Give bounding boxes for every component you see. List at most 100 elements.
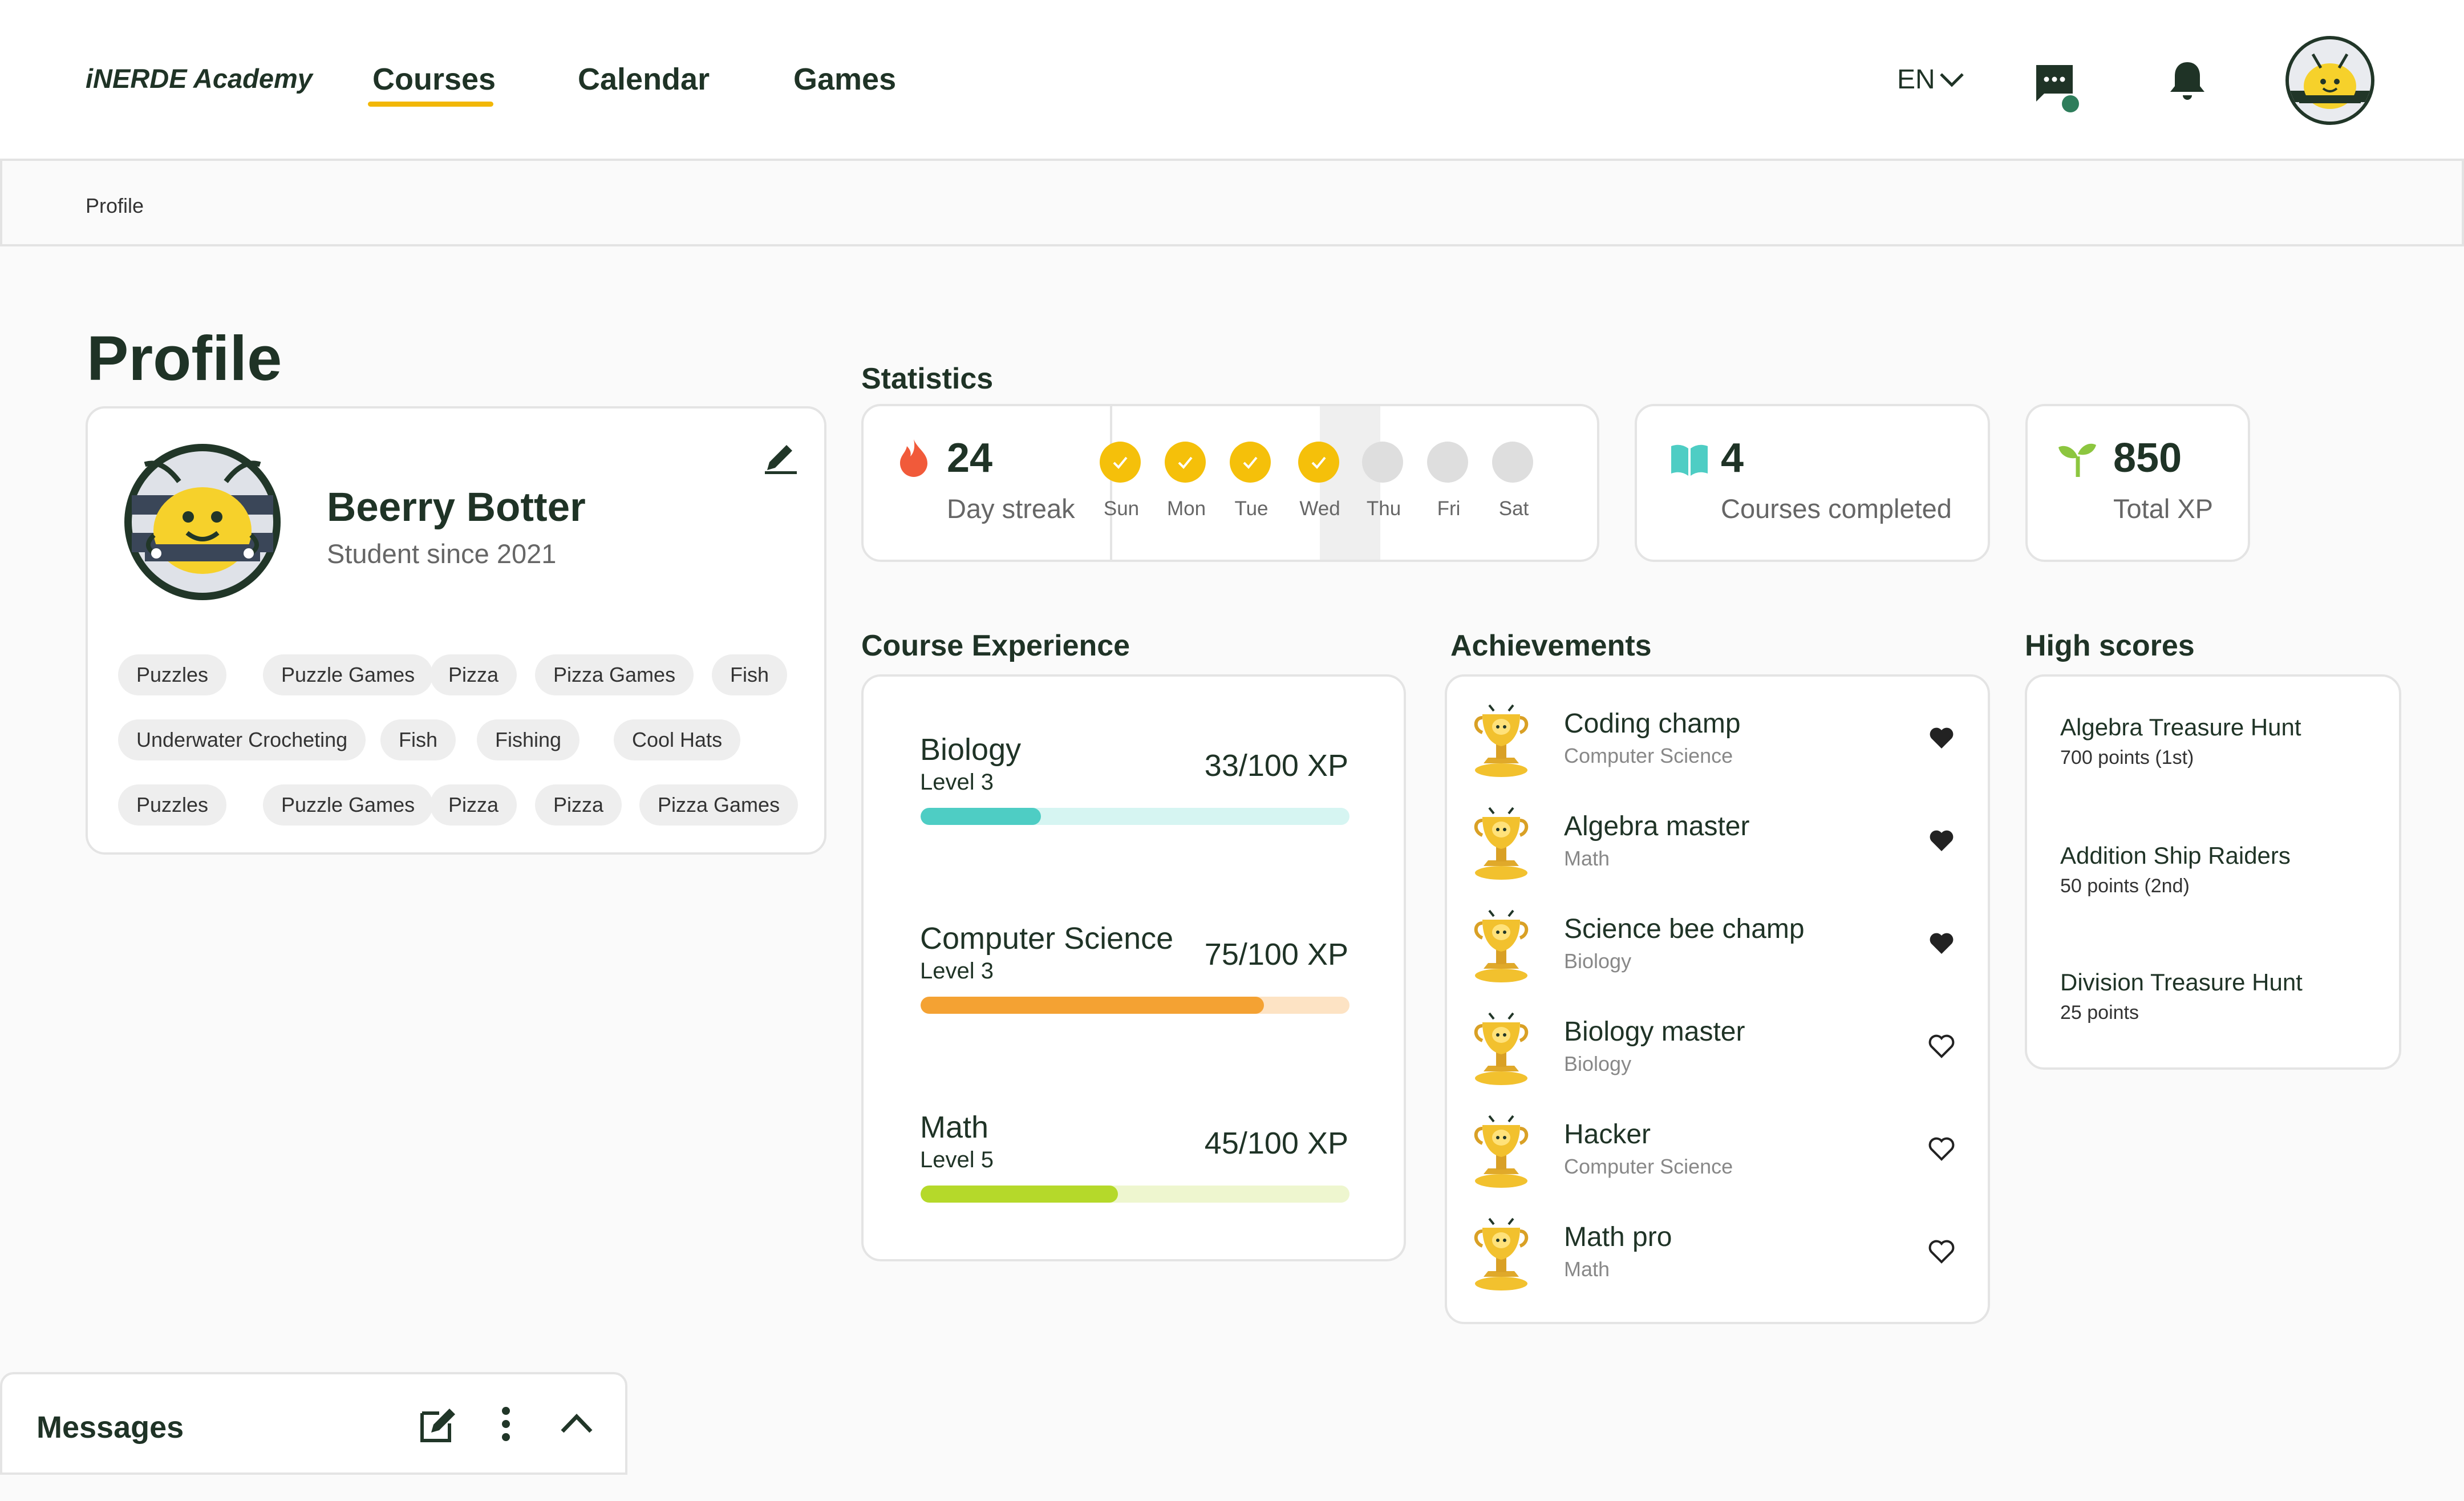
bell-icon <box>2170 62 2204 100</box>
day-label: Fri <box>1437 497 1461 520</box>
course-level: Level 3 <box>920 770 994 795</box>
expand-messages-button[interactable] <box>559 1409 594 1437</box>
day-label: Mon <box>1166 497 1206 520</box>
achievement-subject: Biology <box>1564 949 1632 973</box>
course-name: Biology <box>920 733 1022 767</box>
check-icon <box>1243 456 1258 469</box>
day-indicator <box>1230 442 1271 483</box>
achievement-title: Science bee champ <box>1564 914 1805 944</box>
interest-tag[interactable]: Cool Hats <box>614 719 741 760</box>
profile-avatar <box>124 444 281 600</box>
achievement-subject: Biology <box>1564 1052 1632 1075</box>
day-label: Sat <box>1498 497 1529 520</box>
interest-tag[interactable]: Puzzle Games <box>263 784 433 826</box>
statistics-title: Statistics <box>861 362 994 395</box>
flame-icon <box>900 439 927 477</box>
interest-tag[interactable]: Pizza <box>535 784 622 826</box>
favorite-heart-icon[interactable] <box>1927 929 1956 957</box>
brand-logo[interactable]: iNERDE Academy <box>86 63 313 94</box>
courses-completed-value: 4 <box>1721 435 1744 481</box>
top-nav-bar: iNERDE Academy Courses Calendar Games EN <box>0 0 2464 161</box>
profile-name: Beerry Botter <box>327 485 586 530</box>
high-score-points: 700 points (1st) <box>2060 747 2194 768</box>
day-label: Wed <box>1299 497 1340 520</box>
total-xp-card: 850 Total XP <box>2025 404 2250 562</box>
kebab-menu-icon <box>502 1407 510 1441</box>
high-score-game[interactable]: Addition Ship Raiders <box>2060 842 2291 869</box>
language-selector[interactable]: EN <box>1897 64 1965 95</box>
day-indicator <box>1298 442 1339 483</box>
interest-tag[interactable]: Underwater Crocheting <box>118 719 366 760</box>
course-name: Computer Science <box>920 921 1174 956</box>
divider <box>1110 406 1112 560</box>
profile-since: Student since 2021 <box>327 539 557 569</box>
favorite-heart-icon[interactable] <box>1927 1237 1956 1265</box>
trophy-icon <box>1470 1012 1533 1086</box>
nav-active-underline <box>368 102 493 107</box>
achievements-title: Achievements <box>1450 629 1652 662</box>
favorite-heart-icon[interactable] <box>1927 1031 1956 1060</box>
high-score-game[interactable]: Algebra Treasure Hunt <box>2060 714 2301 741</box>
day-indicator <box>1165 442 1206 483</box>
interest-tag[interactable]: Fish <box>380 719 456 760</box>
nav-games[interactable]: Games <box>793 62 896 97</box>
high-scores-card: Algebra Treasure Hunt 700 points (1st) Add… <box>2025 674 2401 1070</box>
sprout-icon <box>2058 443 2096 477</box>
interest-tag[interactable]: Pizza <box>430 654 517 695</box>
favorite-heart-icon[interactable] <box>1927 826 1956 855</box>
nav-calendar[interactable]: Calendar <box>578 62 710 97</box>
day-indicator <box>1362 442 1403 483</box>
check-icon <box>1113 456 1128 469</box>
achievement-title: Biology master <box>1564 1017 1745 1047</box>
day-label: Sun <box>1103 497 1140 520</box>
breadcrumb[interactable]: Profile <box>86 194 144 218</box>
messages-panel[interactable]: Messages <box>0 1372 627 1475</box>
compose-message-button[interactable] <box>418 1405 457 1445</box>
streak-value: 24 <box>947 435 993 481</box>
achievement-title: Math pro <box>1564 1222 1672 1252</box>
chat-button[interactable] <box>2034 60 2080 115</box>
course-name: Math <box>920 1110 989 1144</box>
achievement-title: Coding champ <box>1564 709 1741 739</box>
book-icon <box>1671 444 1708 476</box>
trophy-icon <box>1470 909 1533 984</box>
trophy-icon <box>1470 807 1533 881</box>
chevron-down-icon <box>1939 72 1964 87</box>
high-score-game[interactable]: Division Treasure Hunt <box>2060 969 2303 996</box>
user-avatar[interactable] <box>2285 36 2374 125</box>
interest-tag[interactable]: Pizza <box>430 784 517 826</box>
pencil-icon <box>765 445 797 474</box>
streak-card: 24 Day streak Sun Mon Tue Wed Thu Fri Sat <box>861 404 1599 562</box>
compose-icon <box>420 1409 455 1442</box>
more-options-button[interactable] <box>497 1404 514 1444</box>
course-xp: 33/100 XP <box>1204 749 1348 783</box>
favorite-heart-icon[interactable] <box>1927 723 1956 752</box>
favorite-heart-icon[interactable] <box>1927 1134 1956 1163</box>
day-indicator <box>1100 442 1141 483</box>
interest-tag[interactable]: Fish <box>712 654 788 695</box>
progress-fill <box>921 808 1041 825</box>
bee-avatar-icon <box>2289 39 2371 122</box>
interest-tag[interactable]: Puzzle Games <box>263 654 433 695</box>
chevron-up-icon <box>561 1413 593 1433</box>
progress-bar <box>921 1186 1349 1203</box>
course-experience-card: Biology Level 3 33/100 XP Computer Science L… <box>861 674 1406 1261</box>
today-highlight <box>1320 406 1380 560</box>
page-title: Profile <box>87 323 282 394</box>
total-xp-label: Total XP <box>2113 493 2214 524</box>
interest-tag[interactable]: Puzzles <box>118 784 227 826</box>
course-xp: 75/100 XP <box>1204 937 1348 972</box>
achievement-title: Hacker <box>1564 1119 1651 1150</box>
interest-tag[interactable]: Fishing <box>477 719 580 760</box>
high-scores-title: High scores <box>2025 629 2195 662</box>
edit-profile-button[interactable] <box>763 436 799 476</box>
language-label: EN <box>1897 64 1935 95</box>
interest-tag[interactable]: Pizza Games <box>639 784 799 826</box>
nav-courses[interactable]: Courses <box>372 62 496 97</box>
achievement-subject: Math <box>1564 847 1610 870</box>
day-indicator <box>1492 442 1533 483</box>
achievement-subject: Computer Science <box>1564 1155 1733 1178</box>
interest-tag[interactable]: Pizza Games <box>535 654 694 695</box>
interest-tag[interactable]: Puzzles <box>118 654 227 695</box>
notifications-button[interactable] <box>2169 60 2206 101</box>
